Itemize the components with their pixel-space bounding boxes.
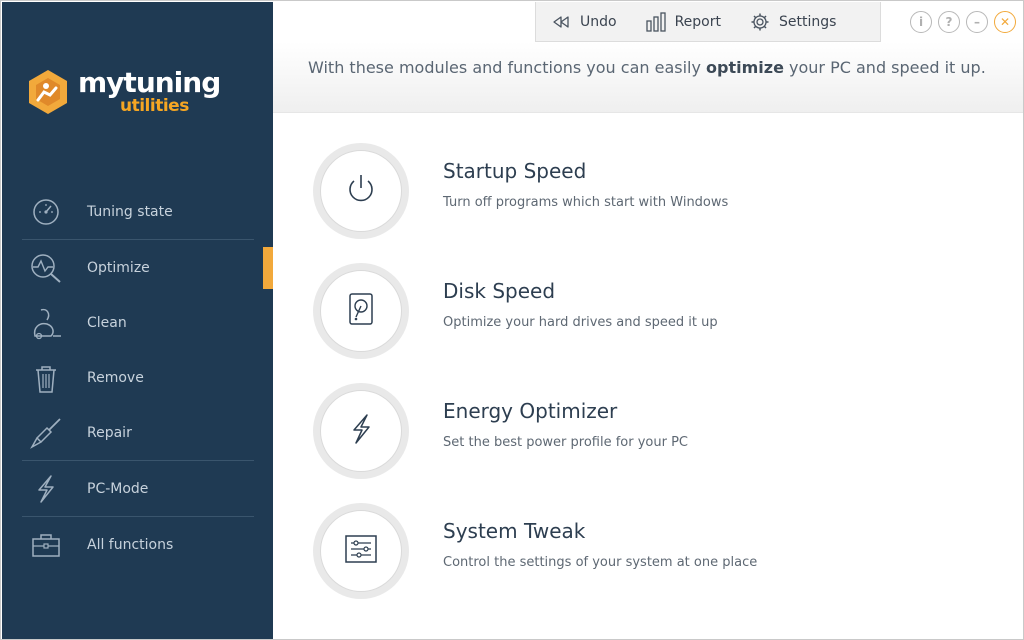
- sliders-icon: [343, 533, 379, 569]
- module-icon-ring: [313, 143, 409, 239]
- sidebar-item-label: PC-Mode: [87, 480, 149, 497]
- logo-text-mytuning: mytuning: [78, 66, 221, 99]
- power-icon: [343, 171, 379, 211]
- toolbar: Undo Report Settings: [535, 2, 881, 42]
- rewind-icon: [550, 11, 572, 33]
- page-header: With these modules and functions you can…: [273, 42, 1023, 113]
- module-title: Startup Speed: [443, 159, 587, 183]
- close-button[interactable]: ✕: [994, 11, 1016, 33]
- sidebar-item-label: Repair: [87, 424, 132, 441]
- module-description: Optimize your hard drives and speed it u…: [443, 315, 718, 330]
- top-bar: Undo Report Settings i ? – ✕: [273, 2, 1023, 42]
- module-title: Energy Optimizer: [443, 399, 618, 423]
- module-icon-ring: [313, 383, 409, 479]
- module-icon-ring: [313, 503, 409, 599]
- sidebar-item-all-functions[interactable]: All functions: [22, 517, 254, 572]
- module-energy-optimizer[interactable]: Energy Optimizer Set the best power prof…: [313, 383, 963, 483]
- sidebar-item-remove[interactable]: Remove: [22, 350, 254, 405]
- screwdriver-icon: [26, 416, 66, 450]
- hard-drive-icon: [346, 291, 376, 331]
- sidebar-item-optimize[interactable]: Optimize: [22, 240, 254, 295]
- active-item-indicator: [263, 247, 273, 289]
- minimize-button[interactable]: –: [966, 11, 988, 33]
- sidebar-item-label: Tuning state: [87, 203, 173, 220]
- sidebar-item-pc-mode[interactable]: PC-Mode: [22, 461, 254, 516]
- report-button[interactable]: Report: [631, 2, 735, 42]
- sidebar-nav: Tuning state Optimize Clean Remove Repai…: [22, 184, 254, 572]
- toolbox-icon: [26, 528, 66, 562]
- sidebar-item-label: Remove: [87, 369, 144, 386]
- module-icon-ring: [313, 263, 409, 359]
- module-description: Set the best power profile for your PC: [443, 435, 688, 450]
- sidebar: mytuning utilities Tuning state Optimize: [2, 2, 273, 639]
- settings-button[interactable]: Settings: [735, 2, 850, 42]
- module-title: Disk Speed: [443, 279, 556, 303]
- lightning-icon: [26, 472, 66, 506]
- logo-badge-icon: [29, 70, 67, 114]
- module-description: Turn off programs which start with Windo…: [443, 195, 729, 210]
- magnifier-pulse-icon: [26, 251, 66, 285]
- lightning-icon: [345, 412, 377, 450]
- logo-text-utilities: utilities: [120, 96, 189, 116]
- intro-text-start: With these modules and functions you can…: [308, 58, 707, 77]
- module-description: Control the settings of your system at o…: [443, 555, 758, 570]
- undo-button[interactable]: Undo: [536, 2, 631, 42]
- vacuum-icon: [26, 306, 66, 340]
- sidebar-item-clean[interactable]: Clean: [22, 295, 254, 350]
- module-system-tweak[interactable]: System Tweak Control the settings of you…: [313, 503, 963, 603]
- sidebar-item-label: Clean: [87, 314, 127, 331]
- module-icon-circle: [320, 390, 402, 472]
- bar-chart-icon: [645, 11, 667, 33]
- sidebar-item-repair[interactable]: Repair: [22, 405, 254, 460]
- trash-icon: [26, 361, 66, 395]
- sidebar-item-label: Optimize: [87, 259, 150, 276]
- intro-text-bold: optimize: [706, 58, 784, 77]
- gear-icon: [749, 11, 771, 33]
- module-startup-speed[interactable]: Startup Speed Turn off programs which st…: [313, 143, 963, 243]
- module-icon-circle: [320, 510, 402, 592]
- sidebar-item-label: All functions: [87, 536, 174, 553]
- settings-label: Settings: [779, 13, 837, 30]
- speedometer-icon: [26, 195, 66, 229]
- module-icon-circle: [320, 150, 402, 232]
- app-window: mytuning utilities Tuning state Optimize: [0, 0, 1024, 640]
- info-button[interactable]: i: [910, 11, 932, 33]
- help-button[interactable]: ?: [938, 11, 960, 33]
- report-label: Report: [674, 13, 721, 30]
- module-icon-circle: [320, 270, 402, 352]
- window-controls: i ? – ✕: [910, 11, 1016, 33]
- module-title: System Tweak: [443, 519, 586, 543]
- intro-text-end: your PC and speed it up.: [783, 58, 986, 77]
- app-logo: mytuning utilities: [24, 64, 224, 124]
- undo-label: Undo: [580, 13, 617, 30]
- sidebar-item-tuning-state[interactable]: Tuning state: [22, 184, 254, 239]
- page-intro-text: With these modules and functions you can…: [308, 58, 986, 77]
- module-disk-speed[interactable]: Disk Speed Optimize your hard drives and…: [313, 263, 963, 363]
